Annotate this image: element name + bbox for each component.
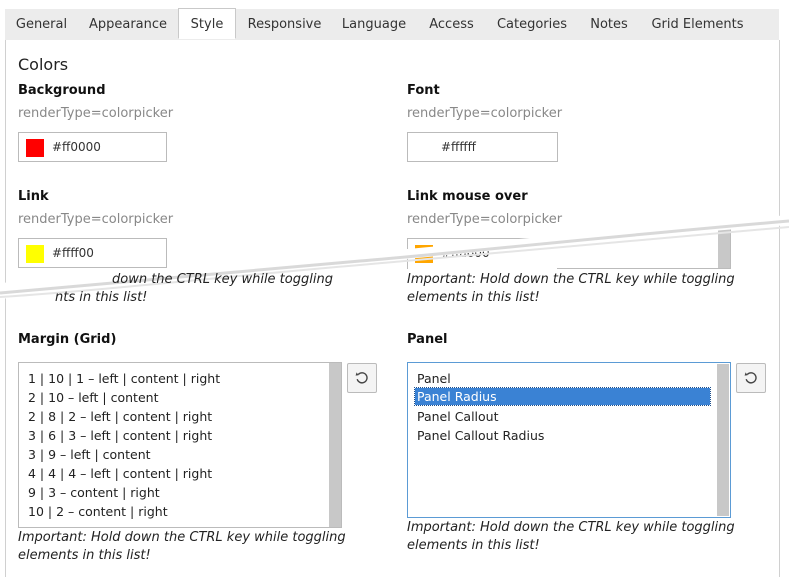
panel-scrollbar[interactable] — [717, 364, 729, 516]
list-item[interactable]: Panel Callout Radius — [417, 428, 544, 443]
margin-grid-label: Margin (Grid) — [18, 332, 117, 347]
list-item[interactable]: Panel — [417, 371, 451, 386]
section-title: Colors — [18, 55, 69, 74]
list-item[interactable]: 3 | 9 – left | content — [28, 447, 151, 462]
font-label: Font — [407, 83, 440, 98]
tab-general[interactable]: General — [5, 9, 78, 40]
panel-label: Panel — [407, 332, 448, 347]
background-color-value: #ff0000 — [52, 140, 101, 154]
link-swatch[interactable] — [26, 245, 44, 263]
list-item[interactable]: 1 | 10 | 1 – left | content | right — [28, 371, 220, 386]
tab-access[interactable]: Access — [415, 9, 488, 40]
margin-grid-listbox[interactable]: 1 | 10 | 1 – left | content | right 2 | … — [18, 362, 342, 528]
list-item[interactable]: 4 | 4 | 4 – left | content | right — [28, 466, 212, 481]
panel-note-line2: elements in this list! — [407, 538, 540, 553]
note-right-line2: elements in this list! — [407, 290, 540, 305]
tab-style[interactable]: Style — [178, 8, 236, 39]
list-item[interactable]: 2 | 8 | 2 – left | content | right — [28, 409, 212, 424]
link-hover-label: Link mouse over — [407, 189, 528, 204]
tab-language[interactable]: Language — [333, 9, 415, 40]
panel-listbox[interactable]: Panel Panel Radius Panel Callout Panel C… — [407, 362, 731, 518]
link-color-field[interactable]: #ffff00 — [18, 238, 167, 268]
font-hint: renderType=colorpicker — [407, 106, 563, 121]
margin-grid-scrollbar[interactable] — [329, 363, 341, 527]
link-hover-color-field[interactable]: #ffa600 — [407, 238, 558, 269]
link-hover-swatch[interactable] — [415, 245, 433, 263]
tab-bar: General Appearance Style Responsive Lang… — [5, 8, 779, 41]
background-color-field[interactable]: #ff0000 — [18, 132, 167, 162]
note-right-line1: Important: Hold down the CTRL key while … — [407, 272, 735, 287]
panel-reset-button[interactable] — [736, 363, 766, 393]
margin-grid-note-line2: elements in this list! — [18, 548, 151, 563]
partial-listbox-right[interactable] — [557, 222, 731, 269]
link-hover-hint: renderType=colorpicker — [407, 212, 563, 227]
panel-note-line1: Important: Hold down the CTRL key while … — [407, 520, 735, 535]
tab-responsive[interactable]: Responsive — [236, 9, 333, 40]
font-color-value: #ffffff — [441, 140, 476, 154]
tab-notes[interactable]: Notes — [576, 9, 642, 40]
list-item-selected[interactable]: Panel Radius — [414, 387, 711, 406]
list-item[interactable]: 2 | 10 – left | content — [28, 390, 158, 405]
scrollbar[interactable] — [718, 222, 730, 268]
background-label: Background — [18, 83, 106, 98]
link-hint: renderType=colorpicker — [18, 212, 174, 227]
font-color-field[interactable]: #ffffff — [407, 132, 558, 162]
list-item[interactable]: 10 | 2 – content | right — [28, 504, 168, 519]
link-label: Link — [18, 189, 49, 204]
background-swatch[interactable] — [26, 139, 44, 157]
undo-icon — [744, 372, 757, 384]
margin-grid-reset-button[interactable] — [347, 363, 377, 393]
list-item[interactable]: 9 | 3 – content | right — [28, 485, 160, 500]
tab-grid-elements[interactable]: Grid Elements — [642, 9, 753, 40]
list-item[interactable]: Panel Callout — [417, 409, 499, 424]
background-hint: renderType=colorpicker — [18, 106, 174, 121]
note-left-partial-2: nts in this list! — [55, 290, 148, 305]
tab-appearance[interactable]: Appearance — [78, 9, 178, 40]
list-item[interactable]: 3 | 6 | 3 – left | content | right — [28, 428, 212, 443]
tab-categories[interactable]: Categories — [488, 9, 576, 40]
link-color-value: #ffff00 — [52, 246, 94, 260]
font-swatch[interactable] — [415, 139, 433, 157]
undo-icon — [355, 372, 368, 384]
margin-grid-note-line1: Important: Hold down the CTRL key while … — [18, 530, 346, 545]
note-left-partial-1: down the CTRL key while toggling — [112, 272, 333, 287]
link-hover-color-value: #ffa600 — [441, 246, 490, 260]
